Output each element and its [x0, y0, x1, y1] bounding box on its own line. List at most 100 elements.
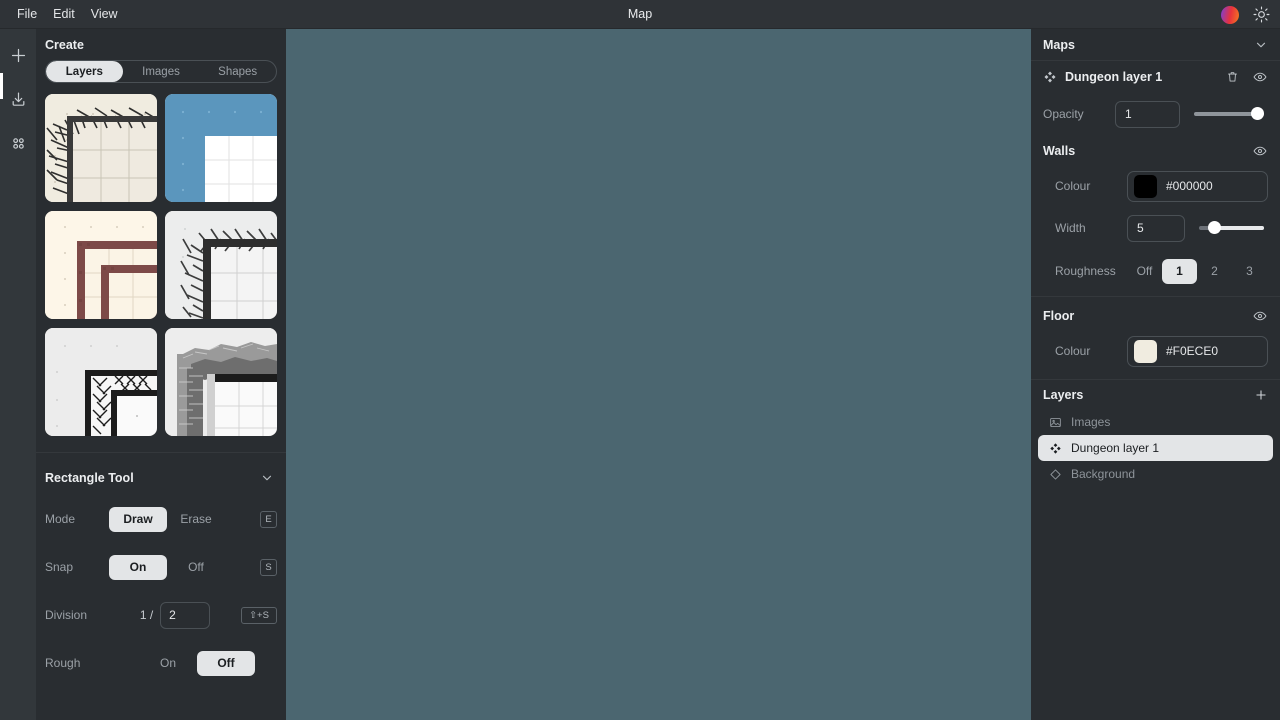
roughness-option-2[interactable]: 2 [1197, 259, 1232, 284]
layer-preset-thumbnail[interactable] [165, 328, 277, 436]
roughness-option-1[interactable]: 1 [1162, 258, 1197, 284]
title-bar-actions [1221, 0, 1270, 29]
grid-dots-icon[interactable] [4, 129, 32, 157]
active-tool-indicator [0, 73, 3, 99]
maps-panel-header[interactable]: Maps [1031, 29, 1280, 61]
layer-preset-thumbnail[interactable] [45, 94, 157, 202]
maps-panel-title: Maps [1043, 37, 1075, 52]
trash-icon[interactable] [1226, 70, 1239, 84]
opacity-slider[interactable] [1194, 104, 1264, 124]
walls-title: Walls [1043, 144, 1076, 158]
selected-layer-row: Dungeon layer 1 [1031, 61, 1280, 92]
snap-option-on[interactable]: On [109, 554, 167, 580]
mode-option-draw[interactable]: Draw [109, 506, 167, 532]
tool-options: Mode Draw Erase E Snap On Off S Division… [36, 495, 286, 687]
division-label: Division [45, 608, 88, 622]
division-shortcut-key: ⇧+S [241, 606, 277, 624]
layer-list-item-label: Background [1071, 467, 1136, 481]
opacity-input[interactable]: 1 [1115, 100, 1180, 128]
app-root: File Edit View Map Create Layers Images … [0, 0, 1280, 720]
sun-icon[interactable] [1253, 6, 1270, 23]
rough-option-off[interactable]: Off [197, 650, 255, 676]
selected-layer-name: Dungeon layer 1 [1065, 69, 1163, 84]
walls-colour-value: #000000 [1166, 179, 1213, 193]
walls-roughness-label: Roughness [1055, 264, 1116, 278]
layer-list-item-label: Dungeon layer 1 [1071, 441, 1160, 455]
walls-width-slider[interactable] [1199, 218, 1264, 238]
floor-title: Floor [1043, 309, 1075, 323]
opacity-row: Opacity 1 [1031, 92, 1280, 136]
walls-colour-label: Colour [1055, 179, 1091, 193]
create-tabs: Layers Images Shapes [45, 60, 277, 83]
diamond-outline-icon [1049, 468, 1062, 481]
layer-list-item-dungeon-layer-1[interactable]: Dungeon layer 1 [1038, 435, 1273, 461]
mode-option-erase[interactable]: Erase [167, 507, 225, 532]
tab-images[interactable]: Images [123, 61, 200, 82]
create-panel-title: Create [45, 37, 84, 52]
properties-panel: Maps Dungeon layer 1 Opacity 1 Walls Col… [1031, 29, 1280, 720]
menu-edit[interactable]: Edit [45, 4, 83, 25]
tool-row-mode: Mode Draw Erase E [45, 495, 277, 543]
roughness-option-3[interactable]: 3 [1232, 259, 1267, 284]
layer-preset-thumbnail[interactable] [45, 328, 157, 436]
floor-colour-value: #F0ECE0 [1166, 344, 1219, 358]
create-panel-header: Create [36, 29, 286, 60]
menu-file[interactable]: File [9, 4, 45, 25]
menu-view[interactable]: View [83, 4, 126, 25]
create-panel-body: Layers Images Shapes [36, 60, 286, 446]
eye-icon[interactable] [1252, 144, 1268, 158]
tab-shapes[interactable]: Shapes [199, 61, 276, 82]
layer-list-item-images[interactable]: Images [1038, 409, 1273, 435]
rough-options: On Off [139, 650, 255, 676]
layer-preset-thumbnail[interactable] [165, 211, 277, 319]
tool-row-rough: Rough On Off [45, 639, 277, 687]
walls-width-label: Width [1055, 221, 1086, 235]
snap-shortcut-key: S [260, 558, 277, 576]
panel-divider [36, 452, 286, 453]
opacity-label: Opacity [1043, 107, 1084, 121]
menu-bar: File Edit View [0, 4, 126, 25]
walls-width-input[interactable]: 5 [1127, 214, 1185, 242]
title-bar: File Edit View Map [0, 0, 1280, 29]
create-panel: Create Layers Images Shapes Rectangle To… [36, 29, 286, 720]
snap-option-off[interactable]: Off [167, 555, 225, 580]
chevron-down-icon[interactable] [260, 471, 274, 485]
layer-preset-thumbnail[interactable] [45, 211, 157, 319]
tab-layers[interactable]: Layers [46, 61, 123, 82]
walls-colour-swatch[interactable] [1134, 174, 1157, 198]
window-title: Map [627, 7, 653, 21]
walls-colour-row: Colour #000000 [1031, 166, 1280, 206]
walls-colour-field[interactable]: #000000 [1127, 170, 1268, 202]
plus-icon[interactable] [1254, 388, 1268, 402]
rough-option-on[interactable]: On [139, 651, 197, 676]
floor-colour-row: Colour #F0ECE0 [1031, 331, 1280, 371]
user-avatar[interactable] [1221, 5, 1239, 24]
map-canvas[interactable] [286, 29, 1031, 720]
division-input[interactable]: 2 [160, 601, 211, 629]
left-toolbar [0, 29, 36, 720]
layer-list-item-label: Images [1071, 415, 1111, 429]
mode-options: Draw Erase [109, 506, 225, 532]
diamond-cluster-icon [1049, 442, 1062, 455]
mode-shortcut-key: E [260, 510, 277, 528]
layer-preset-thumbnail[interactable] [165, 94, 277, 202]
layers-title: Layers [1043, 387, 1084, 402]
floor-colour-swatch[interactable] [1134, 339, 1157, 363]
floor-colour-field[interactable]: #F0ECE0 [1127, 335, 1268, 367]
tool-panel-header[interactable]: Rectangle Tool [36, 461, 286, 495]
eye-icon[interactable] [1252, 309, 1268, 323]
tool-panel-title: Rectangle Tool [45, 471, 134, 485]
layer-preset-grid [45, 94, 277, 436]
floor-section-header: Floor [1031, 301, 1280, 331]
tool-row-division: Division 1 / 2 ⇧+S [45, 591, 277, 639]
layer-list-item-background[interactable]: Background [1038, 461, 1273, 487]
chevron-down-icon[interactable] [1254, 38, 1268, 52]
roughness-option-off[interactable]: Off [1127, 259, 1162, 284]
eye-icon[interactable] [1252, 70, 1268, 84]
add-icon[interactable] [4, 41, 32, 69]
download-icon[interactable] [4, 85, 32, 113]
walls-width-row: Width 5 [1031, 206, 1280, 250]
section-divider [1031, 296, 1280, 297]
snap-label: Snap [45, 560, 74, 574]
division-prefix: 1 / [139, 608, 154, 622]
